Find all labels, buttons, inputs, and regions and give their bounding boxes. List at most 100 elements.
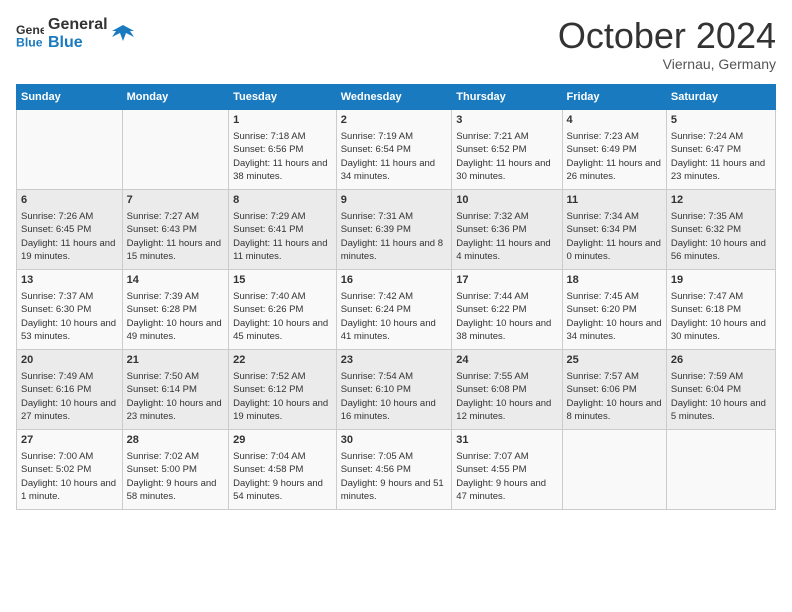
day-info: Sunrise: 7:54 AM Sunset: 6:10 PM Dayligh…: [341, 370, 448, 423]
day-number: 20: [21, 353, 118, 368]
day-info: Sunrise: 7:40 AM Sunset: 6:26 PM Dayligh…: [233, 290, 332, 343]
header-tuesday: Tuesday: [229, 84, 337, 109]
day-info: Sunrise: 7:37 AM Sunset: 6:30 PM Dayligh…: [21, 290, 118, 343]
header-friday: Friday: [562, 84, 666, 109]
day-number: 9: [341, 193, 448, 208]
calendar-cell: 27Sunrise: 7:00 AM Sunset: 5:02 PM Dayli…: [17, 429, 123, 509]
day-number: 13: [21, 273, 118, 288]
day-info: Sunrise: 7:07 AM Sunset: 4:55 PM Dayligh…: [456, 450, 557, 503]
day-number: 1: [233, 113, 332, 128]
header-saturday: Saturday: [666, 84, 775, 109]
calendar-cell: 14Sunrise: 7:39 AM Sunset: 6:28 PM Dayli…: [122, 269, 229, 349]
calendar-cell: 29 Sunrise: 7:04 AM Sunset: 4:58 PM Dayli…: [229, 429, 337, 509]
logo-bird-icon: [112, 23, 134, 45]
day-info: Sunrise: 7:31 AM Sunset: 6:39 PM Dayligh…: [341, 210, 448, 263]
day-number: 28: [127, 433, 225, 448]
day-info: Sunrise: 7:24 AM Sunset: 6:47 PM Dayligh…: [671, 130, 771, 183]
day-number: 12: [671, 193, 771, 208]
day-number: 22: [233, 353, 332, 368]
logo-general: General: [48, 16, 108, 34]
day-info: Sunrise: 7:21 AM Sunset: 6:52 PM Dayligh…: [456, 130, 557, 183]
day-number: 27: [21, 433, 118, 448]
calendar-cell: 15 Sunrise: 7:40 AM Sunset: 6:26 PM Dayli…: [229, 269, 337, 349]
header-thursday: Thursday: [452, 84, 562, 109]
calendar-cell: 20 Sunrise: 7:49 AM Sunset: 6:16 PM Dayli…: [17, 349, 123, 429]
day-number: 11: [567, 193, 662, 208]
calendar-cell: 30 Sunrise: 7:05 AM Sunset: 4:56 PM Dayli…: [336, 429, 452, 509]
calendar-cell: 9 Sunrise: 7:31 AM Sunset: 6:39 PM Daylig…: [336, 189, 452, 269]
calendar-row-0: 1 Sunrise: 7:18 AM Sunset: 6:56 PM Daylig…: [17, 109, 776, 189]
day-number: 14: [127, 273, 225, 288]
day-number: 17: [456, 273, 557, 288]
calendar-cell: 13 Sunrise: 7:37 AM Sunset: 6:30 PM Dayli…: [17, 269, 123, 349]
month-title: October 2024: [558, 16, 776, 56]
svg-text:Blue: Blue: [16, 35, 43, 48]
day-info: Sunrise: 7:45 AM Sunset: 6:20 PM Dayligh…: [567, 290, 662, 343]
calendar-row-2: 13 Sunrise: 7:37 AM Sunset: 6:30 PM Dayli…: [17, 269, 776, 349]
day-number: 5: [671, 113, 771, 128]
logo-blue: Blue: [48, 34, 108, 52]
calendar-cell: [122, 109, 229, 189]
calendar-cell: 24Sunrise: 7:55 AM Sunset: 6:08 PM Dayli…: [452, 349, 562, 429]
day-info: Sunrise: 7:05 AM Sunset: 4:56 PM Dayligh…: [341, 450, 448, 503]
calendar-row-3: 20 Sunrise: 7:49 AM Sunset: 6:16 PM Dayli…: [17, 349, 776, 429]
calendar-cell: 21Sunrise: 7:50 AM Sunset: 6:14 PM Dayli…: [122, 349, 229, 429]
day-info: Sunrise: 7:19 AM Sunset: 6:54 PM Dayligh…: [341, 130, 448, 183]
calendar-cell: 31 Sunrise: 7:07 AM Sunset: 4:55 PM Dayli…: [452, 429, 562, 509]
logo-icon: General Blue: [16, 20, 44, 48]
day-number: 6: [21, 193, 118, 208]
day-number: 19: [671, 273, 771, 288]
day-number: 4: [567, 113, 662, 128]
day-info: Sunrise: 7:55 AM Sunset: 6:08 PM Dayligh…: [456, 370, 557, 423]
calendar-cell: [562, 429, 666, 509]
calendar-cell: 16Sunrise: 7:42 AM Sunset: 6:24 PM Dayli…: [336, 269, 452, 349]
day-info: Sunrise: 7:18 AM Sunset: 6:56 PM Dayligh…: [233, 130, 332, 183]
header-monday: Monday: [122, 84, 229, 109]
logo: General Blue General Blue: [16, 16, 134, 51]
calendar-cell: 12Sunrise: 7:35 AM Sunset: 6:32 PM Dayli…: [666, 189, 775, 269]
calendar-row-4: 27Sunrise: 7:00 AM Sunset: 5:02 PM Dayli…: [17, 429, 776, 509]
day-info: Sunrise: 7:29 AM Sunset: 6:41 PM Dayligh…: [233, 210, 332, 263]
day-number: 29: [233, 433, 332, 448]
day-number: 16: [341, 273, 448, 288]
day-info: Sunrise: 7:02 AM Sunset: 5:00 PM Dayligh…: [127, 450, 225, 503]
page-header: General Blue General Blue October 2024 V…: [16, 16, 776, 72]
day-info: Sunrise: 7:44 AM Sunset: 6:22 PM Dayligh…: [456, 290, 557, 343]
calendar-cell: 5 Sunrise: 7:24 AM Sunset: 6:47 PM Daylig…: [666, 109, 775, 189]
header-wednesday: Wednesday: [336, 84, 452, 109]
calendar-cell: 4 Sunrise: 7:23 AM Sunset: 6:49 PM Daylig…: [562, 109, 666, 189]
day-info: Sunrise: 7:47 AM Sunset: 6:18 PM Dayligh…: [671, 290, 771, 343]
day-info: Sunrise: 7:57 AM Sunset: 6:06 PM Dayligh…: [567, 370, 662, 423]
calendar-cell: 28 Sunrise: 7:02 AM Sunset: 5:00 PM Dayli…: [122, 429, 229, 509]
calendar-cell: 22Sunrise: 7:52 AM Sunset: 6:12 PM Dayli…: [229, 349, 337, 429]
calendar-cell: 7Sunrise: 7:27 AM Sunset: 6:43 PM Daylig…: [122, 189, 229, 269]
calendar-header-row: SundayMondayTuesdayWednesdayThursdayFrid…: [17, 84, 776, 109]
calendar-cell: 6 Sunrise: 7:26 AM Sunset: 6:45 PM Daylig…: [17, 189, 123, 269]
day-number: 23: [341, 353, 448, 368]
day-number: 15: [233, 273, 332, 288]
calendar-cell: 10Sunrise: 7:32 AM Sunset: 6:36 PM Dayli…: [452, 189, 562, 269]
calendar-cell: 26Sunrise: 7:59 AM Sunset: 6:04 PM Dayli…: [666, 349, 775, 429]
calendar-cell: 11Sunrise: 7:34 AM Sunset: 6:34 PM Dayli…: [562, 189, 666, 269]
calendar-cell: [17, 109, 123, 189]
day-info: Sunrise: 7:27 AM Sunset: 6:43 PM Dayligh…: [127, 210, 225, 263]
day-info: Sunrise: 7:50 AM Sunset: 6:14 PM Dayligh…: [127, 370, 225, 423]
calendar-cell: 18 Sunrise: 7:45 AM Sunset: 6:20 PM Dayli…: [562, 269, 666, 349]
day-info: Sunrise: 7:04 AM Sunset: 4:58 PM Dayligh…: [233, 450, 332, 503]
calendar-cell: 23 Sunrise: 7:54 AM Sunset: 6:10 PM Dayli…: [336, 349, 452, 429]
day-number: 2: [341, 113, 448, 128]
day-info: Sunrise: 7:23 AM Sunset: 6:49 PM Dayligh…: [567, 130, 662, 183]
calendar-body: 1 Sunrise: 7:18 AM Sunset: 6:56 PM Daylig…: [17, 109, 776, 509]
day-number: 31: [456, 433, 557, 448]
day-number: 30: [341, 433, 448, 448]
day-info: Sunrise: 7:49 AM Sunset: 6:16 PM Dayligh…: [21, 370, 118, 423]
calendar-cell: [666, 429, 775, 509]
day-number: 18: [567, 273, 662, 288]
day-number: 10: [456, 193, 557, 208]
calendar-cell: 17 Sunrise: 7:44 AM Sunset: 6:22 PM Dayli…: [452, 269, 562, 349]
day-info: Sunrise: 7:26 AM Sunset: 6:45 PM Dayligh…: [21, 210, 118, 263]
day-number: 8: [233, 193, 332, 208]
day-number: 3: [456, 113, 557, 128]
calendar-table: SundayMondayTuesdayWednesdayThursdayFrid…: [16, 84, 776, 510]
day-number: 25: [567, 353, 662, 368]
